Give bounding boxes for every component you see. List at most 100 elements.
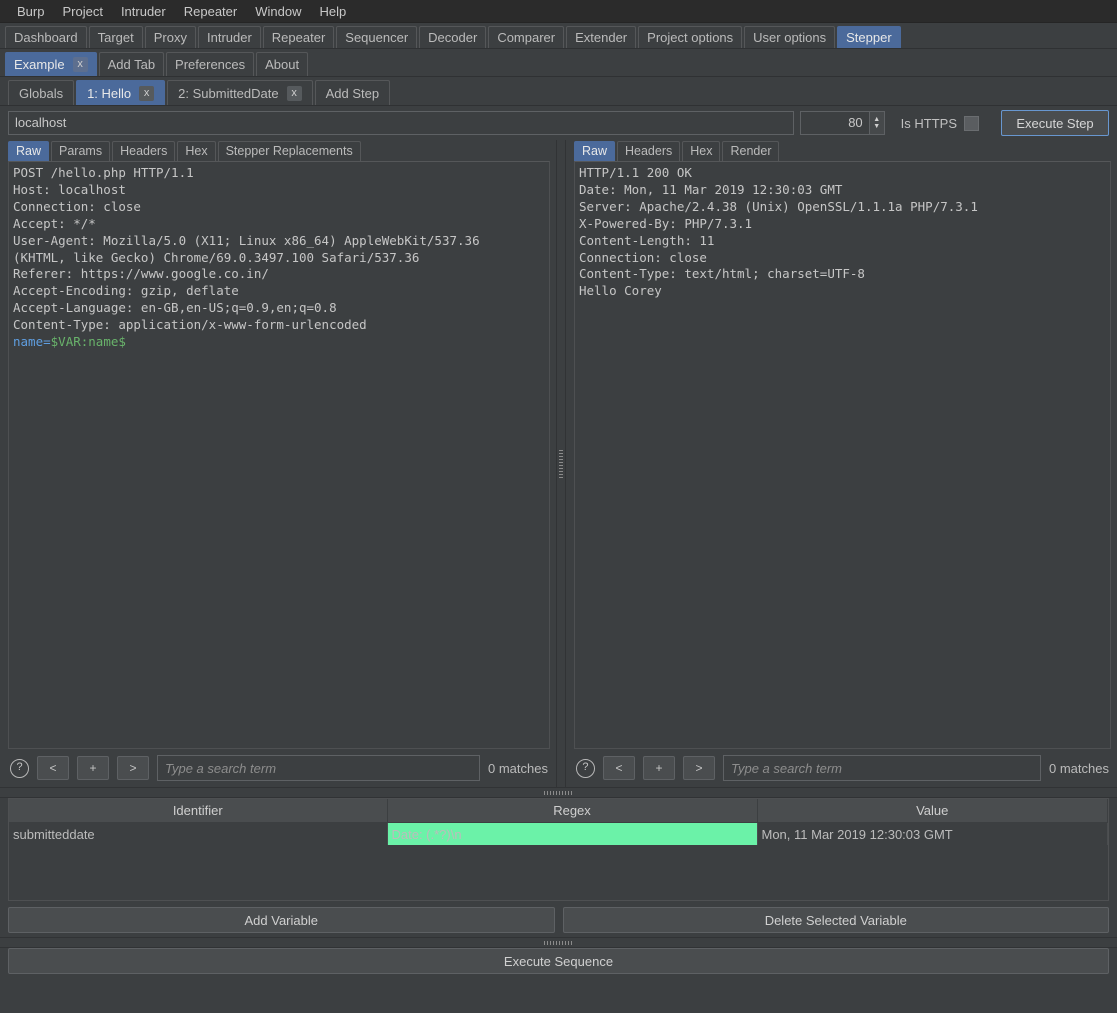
request-body-text: name=$VAR:name$ <box>13 334 547 351</box>
tab-proxy[interactable]: Proxy <box>144 26 196 48</box>
port-spinner-arrows[interactable]: ▲ ▼ <box>868 112 884 134</box>
response-tab-render[interactable]: Render <box>722 141 780 161</box>
splitter-grip-icon <box>558 449 563 478</box>
request-body-key: name= <box>13 334 51 350</box>
response-tab-hex[interactable]: Hex <box>682 141 721 161</box>
request-tab-params[interactable]: Params <box>51 141 111 161</box>
port-input[interactable] <box>800 112 869 134</box>
response-find-bar: ? < + > 0 matches <box>566 749 1117 787</box>
request-tab-hex[interactable]: Hex <box>177 141 216 161</box>
menu-bar: Burp Project Intruder Repeater Window He… <box>0 0 1117 23</box>
is-https-checkbox[interactable] <box>964 115 979 131</box>
column-header-regex[interactable]: Regex <box>387 799 758 823</box>
menu-item-window[interactable]: Window <box>246 2 310 21</box>
chevron-up-icon: ▲ <box>873 116 881 123</box>
find-prev-button[interactable]: < <box>602 756 635 780</box>
cell-identifier[interactable]: submitteddate <box>9 822 388 845</box>
request-body-value: $VAR:name$ <box>50 334 126 350</box>
step-tab-1-hello-label: 1: Hello <box>87 85 132 101</box>
cell-regex[interactable]: Date: (.*?)\n <box>387 822 758 845</box>
tab-decoder[interactable]: Decoder <box>419 26 487 48</box>
stepper-tab-example[interactable]: Example x <box>5 52 97 76</box>
add-variable-button[interactable]: Add Variable <box>8 907 555 933</box>
request-search-input[interactable] <box>157 755 481 781</box>
response-tab-headers[interactable]: Headers <box>617 141 681 161</box>
horizontal-splitter-bottom[interactable] <box>0 937 1117 948</box>
help-icon[interactable]: ? <box>10 758 29 778</box>
request-response-split: Raw Params Headers Hex Stepper Replaceme… <box>0 140 1117 787</box>
variables-table-container[interactable]: Identifier Regex Value submitteddate Dat… <box>8 798 1109 901</box>
column-header-value[interactable]: Value <box>757 799 1108 823</box>
request-tab-raw[interactable]: Raw <box>8 141 50 161</box>
request-match-count: 0 matches <box>488 760 548 776</box>
burp-suite-window: Burp Project Intruder Repeater Window He… <box>0 0 1117 1013</box>
close-icon[interactable]: x <box>286 85 302 101</box>
step-tab-bar: Globals 1: Hello x 2: SubmittedDate x Ad… <box>0 77 1117 106</box>
tab-stepper[interactable]: Stepper <box>837 26 901 48</box>
tab-extender[interactable]: Extender <box>566 26 637 48</box>
request-view-tabs: Raw Params Headers Hex Stepper Replaceme… <box>0 140 556 161</box>
menu-item-intruder[interactable]: Intruder <box>112 2 175 21</box>
stepper-tab-preferences[interactable]: Preferences <box>166 52 255 76</box>
stepper-tab-example-label: Example <box>14 57 65 72</box>
response-view-tabs: Raw Headers Hex Render <box>566 140 1117 161</box>
execute-sequence-button[interactable]: Execute Sequence <box>8 948 1109 974</box>
response-editor[interactable]: HTTP/1.1 200 OK Date: Mon, 11 Mar 2019 1… <box>573 161 1111 749</box>
stepper-tab-add-tab-label: Add Tab <box>107 57 156 72</box>
find-next-button[interactable]: > <box>682 756 715 780</box>
tab-project-options[interactable]: Project options <box>638 26 743 48</box>
help-icon[interactable]: ? <box>575 758 595 778</box>
stepper-tab-preferences-label: Preferences <box>175 57 246 72</box>
port-stepper[interactable]: ▲ ▼ <box>799 111 885 135</box>
host-input[interactable] <box>8 111 794 135</box>
response-headers-text: HTTP/1.1 200 OK Date: Mon, 11 Mar 2019 1… <box>578 165 978 282</box>
delete-selected-variable-button[interactable]: Delete Selected Variable <box>562 907 1109 933</box>
tab-comparer[interactable]: Comparer <box>488 26 565 48</box>
table-row[interactable]: submitteddate Date: (.*?)\n Mon, 11 Mar … <box>9 822 1108 845</box>
step-tab-2-submitteddate-label: 2: SubmittedDate <box>178 85 279 101</box>
find-add-button[interactable]: + <box>77 756 109 780</box>
menu-item-burp[interactable]: Burp <box>8 2 53 21</box>
find-prev-button[interactable]: < <box>37 756 69 780</box>
request-headers-text: POST /hello.php HTTP/1.1 Host: localhost… <box>13 165 480 333</box>
find-add-button[interactable]: + <box>642 756 675 780</box>
tab-dashboard[interactable]: Dashboard <box>5 26 87 48</box>
table-header-row: Identifier Regex Value <box>9 799 1108 823</box>
horizontal-splitter-top[interactable] <box>0 787 1117 798</box>
is-https-label: Is HTTPS <box>900 115 957 131</box>
menu-item-project[interactable]: Project <box>53 2 111 21</box>
request-pane: Raw Params Headers Hex Stepper Replaceme… <box>0 140 556 787</box>
stepper-tab-about[interactable]: About <box>256 52 309 76</box>
tab-sequencer[interactable]: Sequencer <box>336 26 418 48</box>
step-tab-globals[interactable]: Globals <box>8 80 75 105</box>
request-tab-stepper-replacements[interactable]: Stepper Replacements <box>217 141 361 161</box>
request-tab-headers[interactable]: Headers <box>112 141 176 161</box>
column-header-identifier[interactable]: Identifier <box>9 799 388 823</box>
stepper-tab-about-label: About <box>265 57 300 72</box>
menu-item-help[interactable]: Help <box>310 2 355 21</box>
request-editor[interactable]: POST /hello.php HTTP/1.1 Host: localhost… <box>8 161 550 749</box>
close-icon[interactable]: x <box>139 85 155 101</box>
step-tab-globals-label: Globals <box>19 85 64 101</box>
request-find-bar: ? < + > 0 matches <box>0 749 556 787</box>
stepper-tab-add-tab[interactable]: Add Tab <box>98 52 165 76</box>
response-tab-raw[interactable]: Raw <box>573 141 615 161</box>
execute-sequence-row: Execute Sequence <box>0 948 1117 982</box>
response-pane: Raw Headers Hex Render HTTP/1.1 200 OK D… <box>565 140 1117 787</box>
stepper-tab-bar: Example x Add Tab Preferences About <box>0 49 1117 77</box>
tab-user-options[interactable]: User options <box>744 26 836 48</box>
close-icon[interactable]: x <box>72 57 88 72</box>
execute-step-button[interactable]: Execute Step <box>1001 110 1109 136</box>
tab-intruder[interactable]: Intruder <box>197 26 261 48</box>
tab-repeater[interactable]: Repeater <box>262 26 335 48</box>
cell-value[interactable]: Mon, 11 Mar 2019 12:30:03 GMT <box>757 822 1108 845</box>
find-next-button[interactable]: > <box>117 756 149 780</box>
tab-target[interactable]: Target <box>88 26 143 48</box>
step-tab-add-step[interactable]: Add Step <box>314 80 391 105</box>
vertical-splitter[interactable] <box>556 140 566 787</box>
menu-item-repeater[interactable]: Repeater <box>175 2 246 21</box>
response-search-input[interactable] <box>722 755 1042 781</box>
step-tab-1-hello[interactable]: 1: Hello x <box>76 80 166 105</box>
splitter-grip-icon <box>543 940 574 945</box>
step-tab-2-submitteddate[interactable]: 2: SubmittedDate x <box>167 80 313 105</box>
